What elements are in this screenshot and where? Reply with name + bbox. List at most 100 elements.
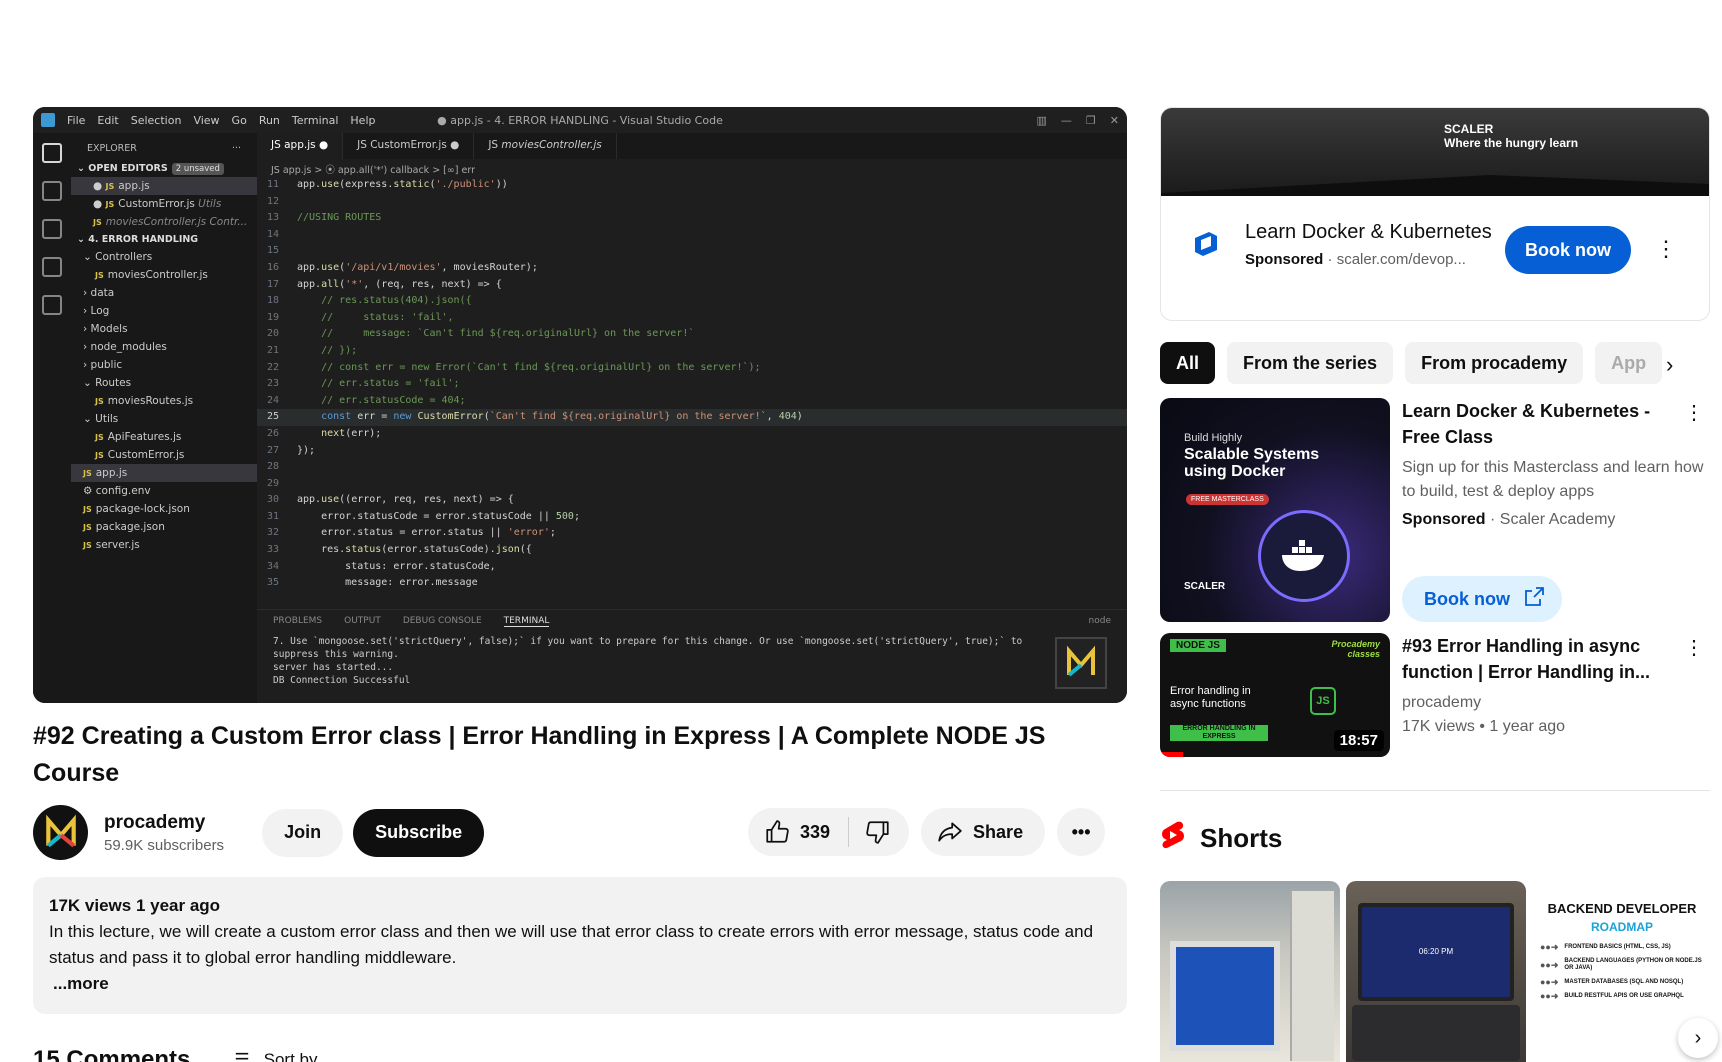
- chevron-right-icon: ›: [83, 287, 91, 299]
- short-caption: BACKEND DEVELOPER: [1547, 901, 1697, 916]
- like-button[interactable]: 339: [748, 817, 850, 847]
- ad-menu-icon[interactable]: ⋮: [1655, 236, 1677, 262]
- filter-chip[interactable]: All: [1160, 342, 1216, 384]
- description-box[interactable]: 17K views 1 year ago In this lecture, we…: [33, 877, 1127, 1014]
- vscode-menu-item: Terminal: [291, 113, 339, 127]
- terminal-line: server has started...: [273, 662, 394, 673]
- unsaved-dot-icon: ●: [315, 139, 329, 151]
- code-text: // const err = new Error(`Can't find ${r…: [297, 361, 761, 373]
- ad-banner-image[interactable]: SCALER Where the hungry learn: [1161, 108, 1709, 196]
- roadmap-step-label: BUILD RESTFUL APIS OR USE GRAPHQL: [1564, 993, 1684, 999]
- editor-tab: JS moviesController.js: [474, 133, 617, 159]
- code-line: 34 status: error.statusCode,: [257, 559, 1127, 576]
- book-now-outline-button[interactable]: Book now: [1402, 576, 1562, 622]
- chevron-right-icon[interactable]: ›: [1666, 352, 1673, 378]
- sort-button[interactable]: ☰ Sort by: [234, 1050, 317, 1062]
- code-text: error.statusCode = error.statusCode || 5…: [297, 510, 580, 522]
- code-text: error.status = error.status || 'error';: [297, 527, 556, 539]
- thumb-headline: Scalable Systems using Docker: [1184, 446, 1320, 480]
- panel-tab: TERMINAL: [503, 616, 550, 627]
- video-actions: 339 Share •••: [748, 808, 1106, 856]
- vscode-menu: File Edit Selection View Go Run Terminal Help: [67, 114, 387, 127]
- vscode-menu-item: File: [67, 113, 86, 127]
- js-file-icon: JS: [95, 451, 104, 460]
- video-player[interactable]: File Edit Selection View Go Run Terminal Help ●…: [33, 107, 1127, 703]
- line-number: 21: [266, 344, 279, 356]
- minimize-icon: —: [1060, 113, 1072, 127]
- subscribe-button[interactable]: Subscribe: [353, 808, 485, 857]
- gear-icon: ⚙: [83, 485, 96, 497]
- roadmap-arrow-icon: ●●➜: [1540, 977, 1559, 987]
- file-tree-item: JS moviesController.js: [71, 266, 257, 284]
- filter-chip[interactable]: App: [1595, 342, 1663, 384]
- file-tree-item: › Models: [71, 320, 257, 338]
- line-number: 18: [266, 295, 279, 307]
- recommendation-title[interactable]: Learn Docker & Kubernetes - Free Class: [1402, 398, 1710, 450]
- code-text: // });: [297, 344, 358, 356]
- book-now-button[interactable]: Book now: [1505, 226, 1631, 274]
- panel-tab: OUTPUT: [344, 616, 381, 626]
- roadmap-step-label: BACKEND LANGUAGES (PYTHON OR NODE.JS OR …: [1564, 958, 1702, 971]
- join-button[interactable]: Join: [262, 808, 344, 857]
- recommendation-meta: Sponsored · Scaler Academy: [1402, 511, 1616, 528]
- vscode-menu-item: Selection: [130, 113, 182, 127]
- thumb-badge: FREE MASTERCLASS: [1186, 494, 1269, 505]
- roadmap-steps: ●●➜ FRONTEND BASICS (HTML, CSS, JS) ●●➜ BAC…: [1532, 943, 1712, 1001]
- file-tree-item: JS app.js: [71, 464, 257, 482]
- file-tree-item: › data: [71, 284, 257, 302]
- short-item[interactable]: [1160, 881, 1340, 1062]
- code-line: 30 app.use((error, req, res, next) => {: [257, 492, 1127, 509]
- file-tree-label: server.js: [95, 539, 140, 551]
- recommendation-sponsored[interactable]: Build Highly Scalable Systems using Dock…: [1160, 398, 1710, 622]
- code-line: 33 res.status(error.statusCode).json({: [257, 542, 1127, 559]
- ad-title[interactable]: Learn Docker & Kubernetes: [1245, 218, 1495, 247]
- code-line: 15: [257, 243, 1127, 260]
- shorts-next-button[interactable]: ›: [1678, 1018, 1718, 1058]
- vscode-activity-bar: [33, 133, 71, 703]
- filter-chip[interactable]: From procademy: [1405, 342, 1584, 384]
- channel-avatar[interactable]: [33, 805, 88, 860]
- dislike-button[interactable]: [849, 819, 909, 845]
- more-actions-button[interactable]: •••: [1057, 808, 1106, 856]
- line-number: 20: [266, 328, 279, 340]
- code-line: 20 // message: `Can't find ${req.origina…: [257, 326, 1127, 343]
- channel-name[interactable]: procademy: [104, 812, 224, 834]
- maximize-icon: ❐: [1085, 113, 1096, 127]
- channel-watermark-icon[interactable]: [1055, 637, 1107, 689]
- js-file-icon: JS: [95, 397, 104, 406]
- unsaved-badge: 2 unsaved: [171, 163, 224, 175]
- subscriber-count: 59.9K subscribers: [104, 836, 225, 854]
- editor-tabs: JS app.js ● JS CustomError.js ● JS moviesC…: [257, 133, 1127, 159]
- unsaved-dot-icon: ●: [446, 139, 460, 151]
- sponsored-thumbnail[interactable]: Build Highly Scalable Systems using Dock…: [1160, 398, 1390, 622]
- recommendation-menu-icon[interactable]: ⋮: [1684, 635, 1704, 660]
- recommendation-video[interactable]: NODE JS Procademy classes Error handling…: [1160, 633, 1710, 757]
- file-tree-item: › node_modules: [71, 338, 257, 356]
- code-text: app.use(express.static('./public')): [297, 179, 508, 190]
- file-tree-label: public: [90, 359, 123, 371]
- line-number: 15: [266, 245, 279, 257]
- file-tree-label: Log: [90, 305, 110, 317]
- recommendation-title[interactable]: #93 Error Handling in async function | E…: [1402, 633, 1710, 685]
- terminal-line: DB Connection Successful: [273, 675, 411, 686]
- editor-tab: JS CustomError.js ●: [343, 133, 475, 159]
- short-thumbnail-keyboard: [1352, 1005, 1520, 1061]
- code-line: 35 message: error.message: [257, 575, 1127, 592]
- filter-chip[interactable]: From the series: [1227, 342, 1394, 384]
- external-link-icon: [1522, 585, 1546, 614]
- js-file-icon: JS: [488, 139, 502, 151]
- comments-header: 15 Comments ☰ Sort by: [33, 1046, 318, 1062]
- video-thumbnail[interactable]: NODE JS Procademy classes Error handling…: [1160, 633, 1390, 757]
- code-text: // message: `Can't find ${req.originalUr…: [297, 328, 695, 340]
- open-editor-name: CustomError.js: [118, 198, 195, 210]
- share-icon: [938, 822, 962, 842]
- show-more-link[interactable]: ...more: [53, 971, 1111, 997]
- share-button[interactable]: Share: [921, 808, 1046, 856]
- recommendation-channel[interactable]: procademy: [1402, 691, 1710, 715]
- recommendation-menu-icon[interactable]: ⋮: [1684, 400, 1704, 425]
- code-text: app.all('*', (req, res, next) => {: [297, 278, 502, 290]
- nodejs-logo-icon: JS: [1310, 687, 1336, 715]
- source-control-icon: [42, 219, 62, 239]
- sponsored-ad-card[interactable]: SCALER Where the hungry learn Learn Docke…: [1160, 107, 1710, 321]
- short-item[interactable]: 06:20 PM: [1346, 881, 1526, 1062]
